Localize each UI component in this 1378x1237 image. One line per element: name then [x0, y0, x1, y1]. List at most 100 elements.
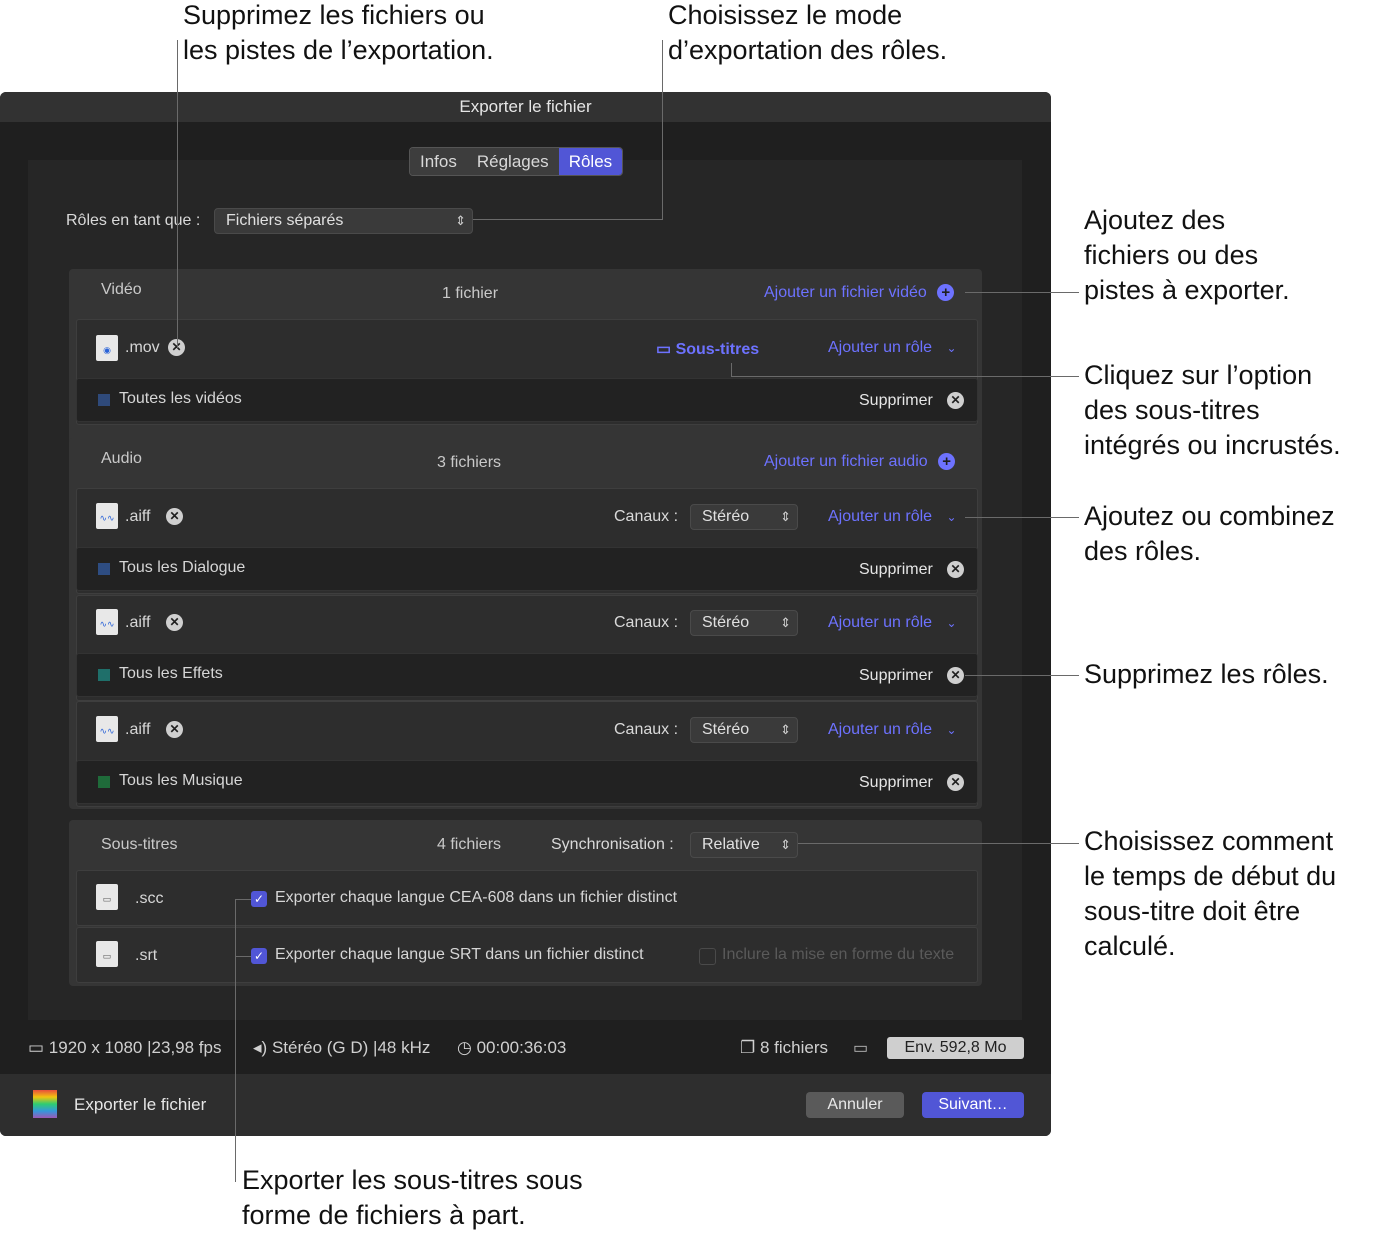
remove-icon[interactable]: ✕ [947, 392, 964, 409]
add-role-label: Ajouter un rôle [828, 508, 933, 525]
caption-file-icon: ▭ [96, 941, 118, 967]
channels-value: Stéréo [702, 721, 750, 738]
remove-role-label: Supprimer [859, 561, 933, 578]
chevron-down-icon: ⌄ [946, 723, 957, 737]
updown-icon: ⇕ [780, 722, 791, 737]
subtitles-title: Sous-titres [101, 836, 178, 853]
video-title: Vidéo [101, 281, 142, 298]
tab-bar: Infos Réglages Rôles [409, 147, 624, 176]
remove-icon[interactable]: ✕ [947, 561, 964, 578]
remove-role-label: Supprimer [859, 667, 933, 684]
captions-button[interactable]: ▭ Sous-titres [656, 339, 759, 359]
leader-line [798, 843, 1079, 844]
audio-file-icon: ∿∿ [96, 609, 118, 635]
add-audio-file-button[interactable]: Ajouter un fichier audio + [764, 453, 956, 471]
scc-separate-checkbox[interactable]: ✓ [251, 891, 267, 907]
audio-file-ext: .aiff [125, 508, 151, 525]
add-role-label: Ajouter un rôle [828, 339, 933, 356]
leader-line [965, 675, 1079, 676]
roles-as-popup[interactable]: Fichiers séparés ⇕ [214, 208, 473, 234]
size-badge: Env. 592,8 Mo [887, 1037, 1024, 1059]
sync-popup[interactable]: Relative ⇕ [690, 832, 798, 858]
add-audio-label: Ajouter un fichier audio [764, 453, 928, 470]
remove-role-button[interactable]: Supprimer [859, 667, 933, 685]
status-rate: 48 kHz [377, 1038, 431, 1057]
tab-reglages[interactable]: Réglages [466, 148, 559, 175]
status-time: ◷ 00:00:36:03 [457, 1038, 566, 1058]
updown-icon: ⇕ [780, 837, 791, 852]
add-role-button[interactable]: Ajouter un rôle ⌄ [828, 339, 957, 357]
leader-line [235, 956, 251, 957]
add-role-button[interactable]: Ajouter un rôle ⌄ [828, 721, 957, 739]
audio-file-icon: ∿∿ [96, 716, 118, 742]
tab-infos[interactable]: Infos [410, 148, 467, 175]
remove-role-button[interactable]: Supprimer [859, 392, 933, 410]
leader-line [473, 219, 663, 220]
callout-remove-files: Supprimez les fichiers ou les pistes de … [183, 0, 494, 65]
remove-icon[interactable]: ✕ [947, 774, 964, 791]
remove-role-button[interactable]: Supprimer [859, 561, 933, 579]
callout-add-roles: Ajoutez ou combinez des rôles. [1084, 501, 1335, 566]
clock-icon: ◷ [457, 1038, 472, 1057]
add-role-button[interactable]: Ajouter un rôle ⌄ [828, 508, 957, 526]
chevron-down-icon: ⌄ [946, 341, 957, 355]
dialog-title: Exporter le fichier [0, 92, 1051, 122]
audio-count: 3 fichiers [437, 454, 502, 471]
remove-role-label: Supprimer [859, 774, 933, 791]
chevron-down-icon: ⌄ [946, 616, 957, 630]
scc-ext: .scc [135, 890, 164, 907]
sync-label: Synchronisation : [551, 836, 674, 853]
captions-label: Sous-titres [675, 341, 760, 358]
roles-as-value: Fichiers séparés [226, 212, 344, 229]
leader-line [965, 517, 1079, 518]
remove-icon[interactable]: ✕ [166, 721, 183, 738]
sync-value: Relative [702, 836, 760, 853]
callout-delete-roles: Supprimez les rôles. [1084, 659, 1329, 689]
role-color-swatch [98, 394, 110, 406]
leader-line [965, 292, 1079, 293]
status-resolution: 1920 x 1080 [48, 1038, 143, 1057]
remove-role-label: Supprimer [859, 392, 933, 409]
speaker-icon: ◂) [253, 1038, 268, 1057]
remove-role-button[interactable]: Supprimer [859, 774, 933, 792]
srt-separate-checkbox[interactable]: ✓ [251, 948, 267, 964]
remove-icon[interactable]: ✕ [947, 667, 964, 684]
cancel-button[interactable]: Annuler [806, 1092, 904, 1118]
leader-line [177, 40, 178, 348]
text-format-checkbox[interactable] [699, 948, 716, 965]
role-color-swatch [98, 776, 110, 788]
status-fps: 23,98 fps [151, 1038, 222, 1057]
files-icon: ❐ [740, 1038, 756, 1057]
channels-label: Canaux : [614, 721, 679, 738]
film-icon [33, 1090, 57, 1118]
status-video: ▭ 1920 x 1080 |23,98 fps [28, 1038, 222, 1057]
srt-option-label: Exporter chaque langue SRT dans un fichi… [275, 946, 644, 963]
remove-icon[interactable]: ✕ [166, 508, 183, 525]
add-icon: + [938, 453, 956, 470]
add-video-file-button[interactable]: Ajouter un fichier vidéo + [764, 284, 955, 302]
audio-file-ext: .aiff [125, 614, 151, 631]
channels-popup[interactable]: Stéréo ⇕ [690, 504, 798, 530]
quicktime-icon: ◉ [96, 335, 118, 361]
tab-roles[interactable]: Rôles [558, 148, 623, 175]
next-button[interactable]: Suivant… [922, 1092, 1024, 1118]
add-video-label: Ajouter un fichier vidéo [764, 284, 927, 301]
updown-icon: ⇕ [780, 615, 791, 630]
chevron-down-icon: ⌄ [946, 510, 957, 524]
add-icon: + [937, 284, 955, 301]
channels-value: Stéréo [702, 508, 750, 525]
video-role-name: Toutes les vidéos [119, 390, 242, 407]
channels-popup[interactable]: Stéréo ⇕ [690, 610, 798, 636]
add-role-button[interactable]: Ajouter un rôle ⌄ [828, 614, 957, 632]
remove-icon[interactable]: ✕ [166, 614, 183, 631]
leader-line [235, 899, 251, 900]
callout-add-files: Ajoutez des fichiers ou des pistes à exp… [1084, 205, 1290, 305]
channels-value: Stéréo [702, 614, 750, 631]
status-files: ❐ 8 fichiers [740, 1038, 828, 1058]
caption-file-icon: ▭ [96, 884, 118, 910]
channels-popup[interactable]: Stéréo ⇕ [690, 717, 798, 743]
channels-label: Canaux : [614, 508, 679, 525]
audio-role-name: Tous les Effets [119, 665, 223, 682]
text-format-label: Inclure la mise en forme du texte [722, 946, 955, 963]
add-role-label: Ajouter un rôle [828, 721, 933, 738]
